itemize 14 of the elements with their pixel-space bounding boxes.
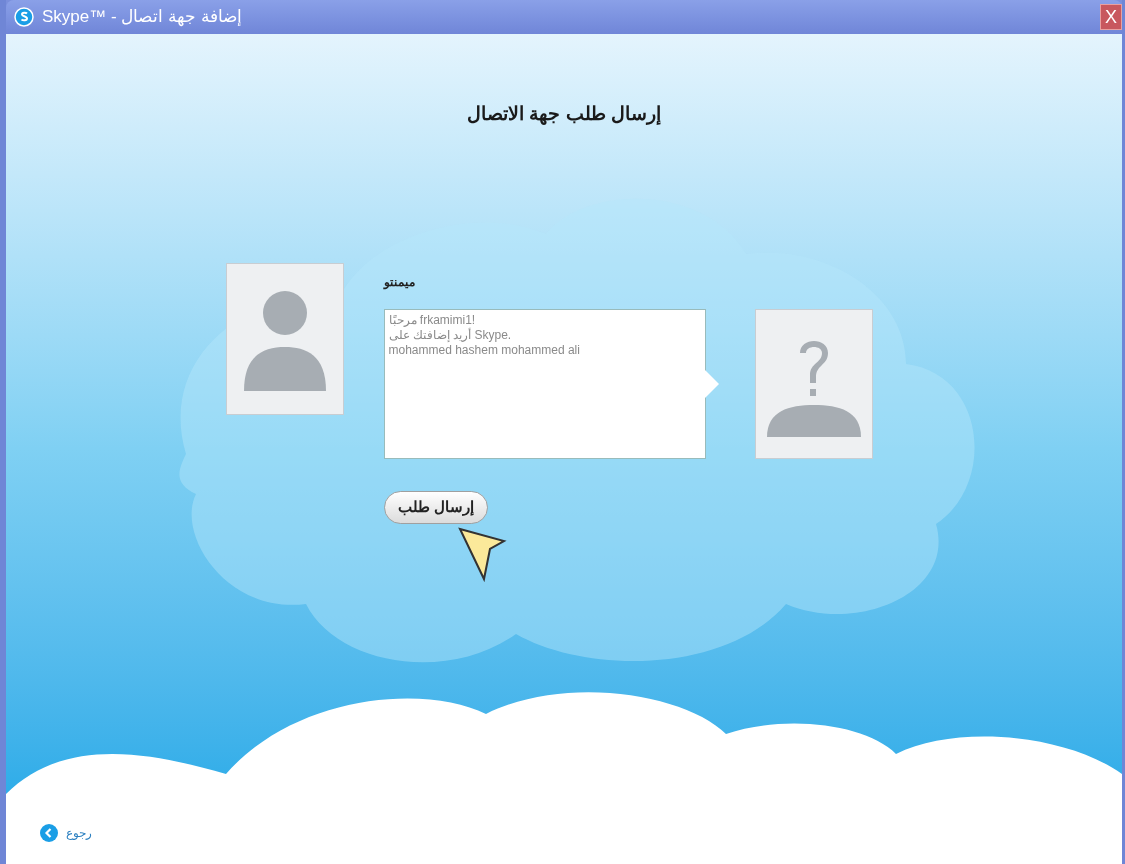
avatar-silhouette-icon <box>225 262 344 415</box>
unknown-contact-icon <box>754 308 873 459</box>
page-heading: إرسال طلب جهة الاتصال <box>467 102 661 127</box>
skype-logo-icon <box>14 7 34 27</box>
message-line: أريد إضافتك على Skype. <box>388 327 512 343</box>
speech-pointer-icon <box>704 369 719 398</box>
contact-name: ميمنتو <box>383 273 415 291</box>
send-request-button[interactable]: إرسال طلب <box>383 490 488 524</box>
window-title: Skype™ - إضافة جهة اتصال <box>42 6 242 29</box>
message-line: mohammed hashem mohammed ali <box>388 342 580 358</box>
back-link[interactable]: رجوع <box>66 824 92 842</box>
message-line: مرحبًا frkamimi1! <box>388 312 476 328</box>
close-button[interactable]: X <box>1100 4 1122 30</box>
cursor-arrow-icon <box>457 526 508 583</box>
